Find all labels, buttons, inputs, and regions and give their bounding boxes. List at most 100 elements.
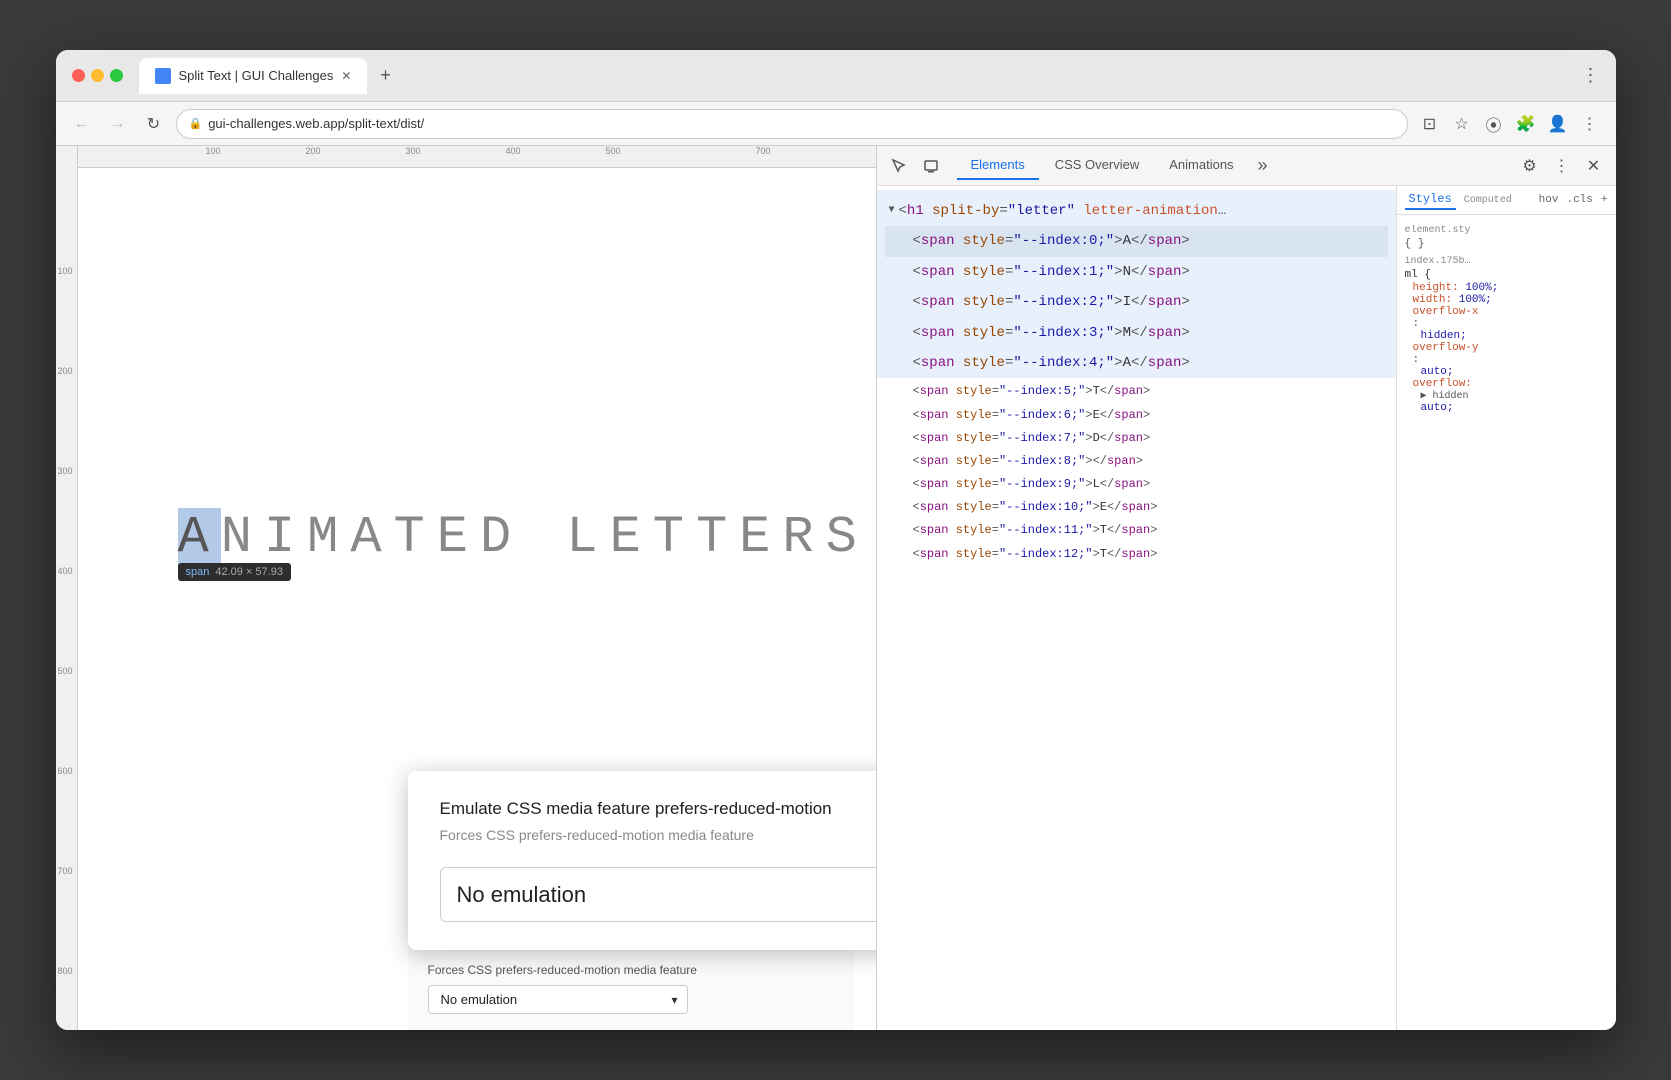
emulation-select-wrapper: No emulation prefers-reduced-motion: red… xyxy=(440,867,876,922)
animated-letters-text: ANIMATED LETTERS xyxy=(178,508,869,567)
devtools-header: Elements CSS Overview Animations » ⚙ ⋮ ✕ xyxy=(877,146,1616,186)
emulation-small-label: Forces CSS prefers-reduced-motion media … xyxy=(428,963,834,977)
code-line-span-10[interactable]: <span style="--index:10;" >E</span> xyxy=(885,496,1388,519)
ruler-mark-v-700: 700 xyxy=(58,866,73,876)
tab-favicon xyxy=(155,68,171,84)
active-tab[interactable]: Split Text | GUI Challenges ✕ xyxy=(139,58,368,94)
browser-menu-button[interactable]: ⋮ xyxy=(1582,65,1600,86)
title-bar: Split Text | GUI Challenges ✕ + ⋮ xyxy=(56,50,1616,102)
devtools-tab-css-overview[interactable]: CSS Overview xyxy=(1041,151,1154,180)
ruler-mark-300: 300 xyxy=(406,146,421,156)
chrome-icon[interactable]: ⦿ xyxy=(1480,110,1508,138)
code-line-span-5[interactable]: <span style="--index:5;" >T</span> xyxy=(885,380,1388,403)
styles-prop-width: width: 100%; xyxy=(1413,294,1608,306)
styles-props: height: 100%; width: 100%; overflow-x xyxy=(1405,282,1608,414)
ruler-mark-v-200: 200 xyxy=(58,366,73,376)
lock-icon: 🔒 xyxy=(189,117,203,130)
large-code-block: ▼ <h1 split-by="letter" letter-animation… xyxy=(877,190,1396,378)
styles-panel: Styles Computed hov .cls + element.sty {… xyxy=(1396,186,1616,1030)
back-button[interactable]: ← xyxy=(68,110,96,138)
page-inner: ANIMATED LETTERS span 42.09 × 57.93 Forc… xyxy=(78,168,876,1030)
styles-rule-element: { } xyxy=(1405,238,1608,250)
styles-prop-overflow-y: overflow-y xyxy=(1413,342,1608,354)
code-line-span-2[interactable]: <span style="--index:2;" >I</span> xyxy=(885,287,1388,317)
code-line-span-0[interactable]: <span style="--index:0;" >A</span> xyxy=(885,226,1388,256)
styles-hov-button[interactable]: hov xyxy=(1539,194,1559,206)
code-line-span-8[interactable]: <span style="--index:8;" > </span> xyxy=(885,450,1388,473)
content-area: 100 200 300 400 500 700 100 200 300 400 … xyxy=(56,146,1616,1030)
address-bar[interactable]: 🔒 gui-challenges.web.app/split-text/dist… xyxy=(176,109,1408,139)
profile-button[interactable]: 👤 xyxy=(1544,110,1572,138)
styles-val-overflow-x: : xyxy=(1413,318,1608,330)
devtools-settings-button[interactable]: ⚙ xyxy=(1516,152,1544,180)
devtools-close-button[interactable]: ✕ xyxy=(1580,152,1608,180)
code-line-span-4[interactable]: <span style="--index:4;" >A</span> xyxy=(885,348,1388,378)
devtools-more-options-button[interactable]: ⋮ xyxy=(1548,152,1576,180)
styles-val-overflow-y: : xyxy=(1413,354,1608,366)
browser-controls-right: ⋮ xyxy=(1582,65,1600,86)
tab-bar: Split Text | GUI Challenges ✕ + xyxy=(139,58,1574,94)
styles-element-style-label: element.sty xyxy=(1405,225,1608,236)
new-tab-button[interactable]: + xyxy=(371,62,399,90)
styles-source-index: index.175b… xyxy=(1405,256,1608,267)
emulation-small-select-wrapper: No emulation prefers-reduced-motion: red… xyxy=(428,985,688,1014)
code-line-span-9[interactable]: <span style="--index:9;" >L</span> xyxy=(885,473,1388,496)
styles-val-hidden: hidden; xyxy=(1413,330,1608,342)
small-code-block: <span style="--index:5;" >T</span> <span… xyxy=(877,378,1396,568)
devtools-body: ▼ <h1 split-by="letter" letter-animation… xyxy=(877,186,1616,1030)
styles-cls-button[interactable]: .cls xyxy=(1566,194,1592,206)
tab-close-button[interactable]: ✕ xyxy=(341,69,351,83)
emulation-small-bar: Forces CSS prefers-reduced-motion media … xyxy=(408,946,854,1030)
devtools-tab-elements[interactable]: Elements xyxy=(957,151,1039,180)
devtools-tabs: Elements CSS Overview Animations » xyxy=(949,151,1512,180)
devtools-more-tabs-button[interactable]: » xyxy=(1250,155,1276,176)
emulation-select[interactable]: No emulation prefers-reduced-motion: red… xyxy=(440,867,876,922)
devtools-inspect-button[interactable] xyxy=(885,152,913,180)
styles-tab-styles[interactable]: Styles xyxy=(1405,190,1456,210)
ruler-mark-500: 500 xyxy=(606,146,621,156)
tooltip-tag: span xyxy=(186,566,210,578)
elements-panel: ▼ <h1 split-by="letter" letter-animation… xyxy=(877,186,1396,1030)
ruler-top: 100 200 300 400 500 700 xyxy=(56,146,876,168)
code-line-span-11[interactable]: <span style="--index:11;" >T</span> xyxy=(885,519,1388,542)
minimize-button[interactable] xyxy=(91,69,104,82)
ruler-mark-700: 700 xyxy=(756,146,771,156)
code-line-span-1[interactable]: <span style="--index:1;" >N</span> xyxy=(885,257,1388,287)
styles-header: Styles Computed hov .cls + xyxy=(1397,186,1616,215)
emulation-small-select[interactable]: No emulation prefers-reduced-motion: red… xyxy=(428,985,688,1014)
reload-button[interactable]: ↻ xyxy=(140,110,168,138)
extensions-button[interactable]: 🧩 xyxy=(1512,110,1540,138)
close-button[interactable] xyxy=(72,69,85,82)
code-line-span-7[interactable]: <span style="--index:7;" >D</span> xyxy=(885,427,1388,450)
tooltip-dims: 42.09 × 57.93 xyxy=(215,566,283,578)
ruler-mark-200: 200 xyxy=(306,146,321,156)
ruler-mark-v-300: 300 xyxy=(58,466,73,476)
styles-tab-computed[interactable]: Computed xyxy=(1464,195,1512,206)
ruler-left: 100 200 300 400 500 600 700 800 xyxy=(56,146,78,1030)
devtools-tab-animations[interactable]: Animations xyxy=(1155,151,1247,180)
forward-button[interactable]: → xyxy=(104,110,132,138)
menu-button[interactable]: ⋮ xyxy=(1576,110,1604,138)
maximize-button[interactable] xyxy=(110,69,123,82)
code-line-span-6[interactable]: <span style="--index:6;" >E</span> xyxy=(885,404,1388,427)
nav-bar: ← → ↻ 🔒 gui-challenges.web.app/split-tex… xyxy=(56,102,1616,146)
styles-val-auto: auto; xyxy=(1413,366,1608,378)
devtools-settings: ⚙ ⋮ ✕ xyxy=(1516,152,1608,180)
tab-title: Split Text | GUI Challenges xyxy=(179,68,334,83)
ruler-mark-v-600: 600 xyxy=(58,766,73,776)
page-content: 100 200 300 400 500 700 100 200 300 400 … xyxy=(56,146,876,1030)
code-line-h1[interactable]: ▼ <h1 split-by="letter" letter-animation… xyxy=(885,196,1388,226)
styles-val-overflow-hidden-auto: ▶ hidden xyxy=(1413,390,1608,402)
code-line-span-12[interactable]: <span style="--index:12;" >T</span> xyxy=(885,543,1388,566)
ruler-ticks-top: 100 200 300 400 500 700 xyxy=(56,146,876,165)
devtools-device-button[interactable] xyxy=(917,152,945,180)
triangle-icon: ▼ xyxy=(889,203,895,219)
styles-prop-overflow: overflow: xyxy=(1413,378,1608,390)
bookmark-button[interactable]: ☆ xyxy=(1448,110,1476,138)
ruler-mark-v-100: 100 xyxy=(58,266,73,276)
styles-body: element.sty { } index.175b… ml { height: xyxy=(1397,215,1616,1030)
cast-button[interactable]: ⊡ xyxy=(1416,110,1444,138)
code-line-span-3[interactable]: <span style="--index:3;" >M</span> xyxy=(885,318,1388,348)
styles-add-button[interactable]: + xyxy=(1601,194,1608,206)
ruler-mark-100: 100 xyxy=(206,146,221,156)
